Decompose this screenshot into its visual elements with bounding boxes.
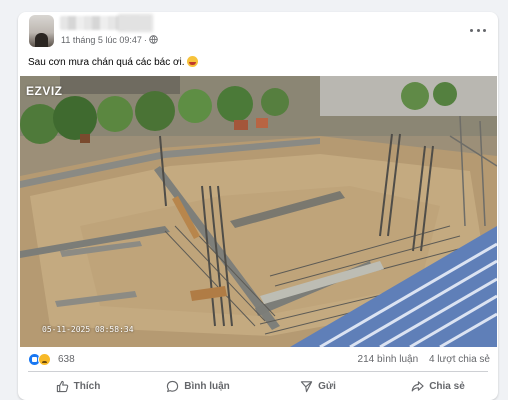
reaction-count[interactable]: 638 — [58, 354, 75, 365]
construction-site-image — [20, 76, 497, 347]
camera-watermark: EZVIZ — [26, 84, 63, 98]
share-button[interactable]: Chia sẻ — [378, 372, 498, 400]
comment-count[interactable]: 214 bình luận — [358, 354, 419, 365]
author-name-redacted-2 — [118, 14, 153, 32]
camera-timestamp: 05-11-2025 08:58:34 — [42, 325, 134, 334]
post-card: 11 tháng 5 lúc 09:47 · Sau cơn mưa chán q… — [18, 12, 498, 400]
share-count[interactable]: 4 lượt chia sẻ — [429, 354, 490, 365]
post-caption-row: Sau cơn mưa chán quá các bác ơi. — [28, 56, 198, 68]
comment-button-label: Bình luận — [184, 380, 230, 392]
post-meta[interactable]: 11 tháng 5 lúc 09:47 · — [61, 35, 158, 45]
comment-icon — [167, 380, 179, 392]
sad-face-emoji-icon — [186, 56, 198, 67]
like-button-label: Thích — [73, 380, 101, 392]
reaction-icons[interactable] — [28, 353, 51, 366]
more-options-icon[interactable] — [470, 26, 486, 34]
send-button[interactable]: Gửi — [258, 372, 378, 400]
share-icon — [411, 380, 424, 392]
post-header: 11 tháng 5 lúc 09:47 · — [18, 12, 498, 56]
send-button-label: Gửi — [318, 380, 336, 392]
comment-button[interactable]: Bình luận — [138, 372, 258, 400]
post-photo[interactable]: EZVIZ 05-11-2025 08:58:34 — [20, 76, 497, 347]
action-bar: Thích Bình luận Gửi Chia sẻ — [18, 372, 498, 400]
meta-separator: · — [143, 35, 147, 45]
post-stats: 638 214 bình luận 4 lượt chia sẻ — [18, 347, 498, 371]
like-button[interactable]: Thích — [18, 372, 138, 400]
thumbs-up-icon — [56, 380, 68, 392]
send-icon — [300, 380, 313, 392]
engagement-counts: 214 bình luận 4 lượt chia sẻ — [358, 354, 490, 365]
share-button-label: Chia sẻ — [429, 380, 465, 392]
post-timestamp[interactable]: 11 tháng 5 lúc 09:47 — [61, 35, 142, 45]
post-caption: Sau cơn mưa chán quá các bác ơi. — [28, 57, 185, 68]
avatar[interactable] — [29, 15, 54, 47]
globe-icon — [149, 35, 158, 44]
sad-reaction-icon — [38, 353, 51, 366]
